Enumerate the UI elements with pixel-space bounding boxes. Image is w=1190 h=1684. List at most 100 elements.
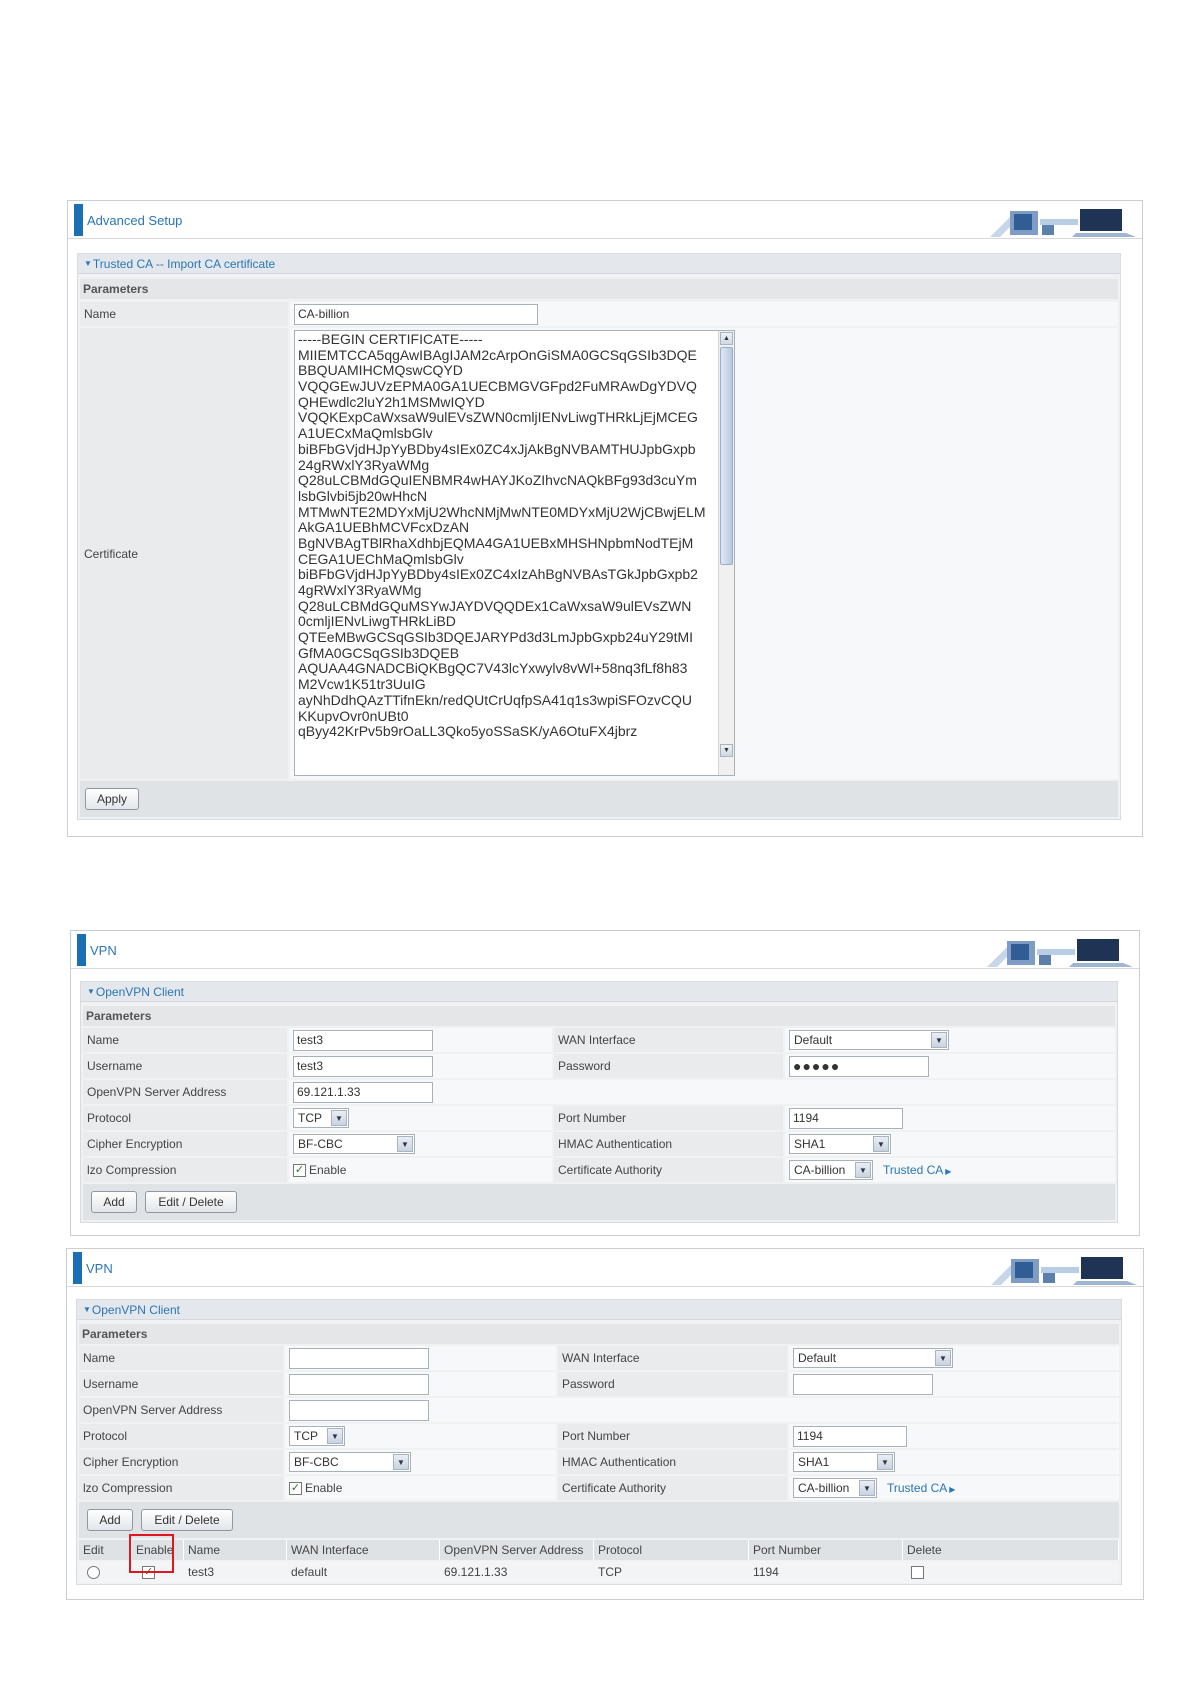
wan-interface-select[interactable]: Default ▼ [793, 1348, 953, 1368]
hmac-value-cell: SHA1 ▼ [789, 1450, 1119, 1474]
server-address-label: OpenVPN Server Address [83, 1080, 287, 1104]
add-button[interactable]: Add [91, 1191, 137, 1213]
protocol-value: TCP [294, 1429, 318, 1443]
hmac-label: HMAC Authentication [558, 1450, 787, 1474]
hmac-select[interactable]: SHA1 ▼ [789, 1134, 891, 1154]
textarea-scrollbar[interactable]: ▲ ▼ [718, 331, 734, 775]
wan-value-cell: Default ▼ [785, 1028, 1115, 1052]
cipher-row: Cipher Encryption BF-CBC ▼ HMAC Authentic… [79, 1450, 1119, 1474]
arrow-right-icon: ▶ [945, 1167, 952, 1176]
username-row: Username Password [79, 1372, 1119, 1396]
password-value-cell [789, 1372, 1119, 1396]
certificate-line: lsbGlvbi5jb20wHhcN [298, 487, 428, 504]
scroll-down-arrow-icon[interactable]: ▼ [720, 744, 733, 757]
page-title: Advanced Setup [87, 213, 183, 228]
vpn-panel-list: VPN ▼OpenVPN Client Parameters Name WAN … [66, 1248, 1144, 1600]
edit-delete-button[interactable]: Edit / Delete [145, 1191, 237, 1213]
protocol-select[interactable]: TCP ▼ [293, 1108, 349, 1128]
cipher-select[interactable]: BF-CBC ▼ [293, 1134, 415, 1154]
name-label: Name [80, 302, 288, 326]
col-delete: Delete [903, 1540, 1119, 1560]
wan-interface-select[interactable]: Default ▼ [789, 1030, 949, 1050]
name-value-cell: CA-billion [290, 302, 1118, 326]
username-input[interactable] [289, 1373, 429, 1395]
cipher-label: Cipher Encryption [79, 1450, 283, 1474]
button-bar: Add Edit / Delete [83, 1184, 1115, 1220]
cipher-row: Cipher Encryption BF-CBC ▼ HMAC Authentic… [83, 1132, 1115, 1156]
header-accent-bar [74, 204, 83, 236]
trusted-ca-section: ▼Trusted CA -- Import CA certificate Par… [77, 253, 1121, 820]
chevron-down-icon: ▼ [331, 1110, 347, 1126]
hmac-value: SHA1 [794, 1137, 826, 1151]
port-number-input[interactable]: 1194 [789, 1107, 903, 1129]
cipher-value-cell: BF-CBC ▼ [289, 1132, 552, 1156]
wan-interface-value: Default [794, 1033, 833, 1047]
name-input[interactable] [289, 1347, 429, 1369]
protocol-select[interactable]: TCP ▼ [289, 1426, 345, 1446]
edit-radio[interactable] [87, 1565, 100, 1579]
wan-value-cell: Default ▼ [789, 1346, 1119, 1370]
scroll-up-arrow-icon[interactable]: ▲ [720, 332, 733, 345]
lzo-value-cell: ✓ Enable [289, 1158, 552, 1182]
hmac-select[interactable]: SHA1 ▼ [793, 1452, 895, 1472]
col-server-address: OpenVPN Server Address [440, 1540, 594, 1560]
page-title: VPN [86, 1261, 113, 1276]
scroll-thumb[interactable] [720, 347, 733, 565]
apply-button[interactable]: Apply [85, 788, 139, 810]
certificate-line: Q28uLCBMdGQuMSYwJAYDVQQDEx1CaWxsaW9ulEVs… [298, 597, 692, 614]
chevron-down-icon: ▼ [397, 1136, 413, 1152]
certificate-row: Certificate -----BEGIN CERTIFICATE----- M… [80, 328, 1118, 779]
username-input[interactable]: test3 [293, 1055, 433, 1077]
edit-delete-button[interactable]: Edit / Delete [141, 1509, 233, 1531]
username-row: Username test3 Password ●●●●● [83, 1054, 1115, 1078]
col-protocol: Protocol [594, 1540, 749, 1560]
name-label: Name [83, 1028, 287, 1052]
chevron-down-icon: ▼ [931, 1032, 947, 1048]
ca-select[interactable]: CA-billion ▼ [793, 1478, 877, 1498]
trusted-ca-link[interactable]: Trusted CA ▶ [883, 1163, 951, 1177]
parameters-header: Parameters [79, 1324, 1119, 1344]
collapse-triangle-icon: ▼ [83, 1305, 91, 1314]
certificate-line: MTMwNTE2MDYxMjU2WhcNMjMwNTE0MDYxMjU2WjCB… [298, 503, 706, 520]
certificate-textarea[interactable]: -----BEGIN CERTIFICATE----- MIIEMTCCA5qgA… [294, 330, 735, 776]
lzo-enable-checkbox[interactable]: ✓ [293, 1163, 306, 1177]
row-protocol: TCP [594, 1561, 749, 1583]
server-address-input[interactable]: 69.121.1.33 [293, 1081, 433, 1103]
certificate-line: Q28uLCBMdGQuIENBMR4wHAYJKoZIhvcNAQkBFg93… [298, 472, 697, 489]
collapse-triangle-icon: ▼ [87, 987, 95, 996]
protocol-value-cell: TCP ▼ [289, 1106, 552, 1130]
chevron-down-icon: ▼ [873, 1136, 889, 1152]
password-input[interactable]: ●●●●● [789, 1055, 929, 1077]
trusted-ca-link-text: Trusted CA [883, 1163, 944, 1177]
lzo-label: lzo Compression [79, 1476, 283, 1500]
name-value-cell [285, 1346, 556, 1370]
name-input[interactable]: test3 [293, 1029, 433, 1051]
protocol-value: TCP [298, 1111, 322, 1125]
server-row: OpenVPN Server Address 69.121.1.33 [83, 1080, 1115, 1104]
vpn-panel-filled: VPN ▼OpenVPN Client Parameters Name test… [70, 930, 1140, 1236]
delete-checkbox[interactable]: ✓ [911, 1565, 924, 1579]
cipher-select[interactable]: BF-CBC ▼ [289, 1452, 411, 1472]
add-button[interactable]: Add [87, 1509, 133, 1531]
server-address-label: OpenVPN Server Address [79, 1398, 283, 1422]
section-title[interactable]: ▼OpenVPN Client [77, 1300, 1121, 1320]
server-value-cell: 69.121.1.33 [289, 1080, 1115, 1104]
lzo-enable-checkbox[interactable]: ✓ [289, 1481, 302, 1495]
ca-value: CA-billion [794, 1163, 846, 1177]
section-title[interactable]: ▼Trusted CA -- Import CA certificate [78, 254, 1120, 274]
server-address-input[interactable] [289, 1399, 429, 1421]
port-number-input[interactable]: 1194 [793, 1425, 907, 1447]
wan-interface-label: WAN Interface [554, 1028, 783, 1052]
certificate-line: BBQUAMIHCMQswCQYD [298, 362, 463, 379]
row-port-number: 1194 [749, 1561, 903, 1583]
certificate-line: AkGA1UEBhMCVFcxDzAN [298, 519, 470, 536]
trusted-ca-link[interactable]: Trusted CA ▶ [887, 1481, 955, 1495]
password-input[interactable] [793, 1373, 933, 1395]
protocol-label: Protocol [79, 1424, 283, 1448]
wan-interface-value: Default [798, 1351, 837, 1365]
ca-value-cell: CA-billion ▼ Trusted CA ▶ [785, 1158, 1115, 1182]
ca-name-input[interactable]: CA-billion [294, 303, 538, 325]
ca-select[interactable]: CA-billion ▼ [789, 1160, 873, 1180]
chevron-down-icon: ▼ [327, 1428, 343, 1444]
section-title[interactable]: ▼OpenVPN Client [81, 982, 1117, 1002]
